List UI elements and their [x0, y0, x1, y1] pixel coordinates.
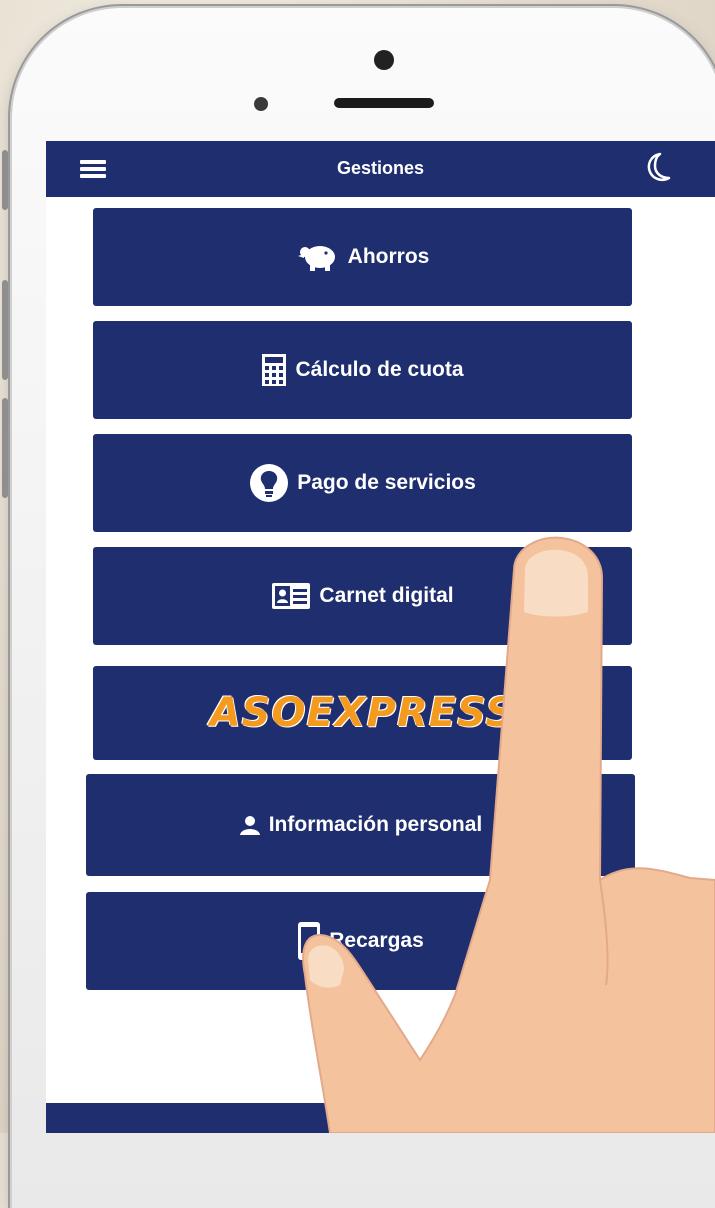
calculator-icon [261, 353, 287, 387]
earpiece-speaker [334, 98, 434, 108]
id-card-icon [271, 582, 311, 610]
fee-calculator-label: Cálculo de cuota [295, 358, 464, 381]
person-icon [239, 814, 261, 836]
proximity-sensor [254, 97, 268, 111]
top-up-label: Recargas [329, 929, 424, 952]
personal-info-label: Información personal [268, 813, 483, 836]
top-up-button[interactable]: Recargas [86, 892, 635, 990]
top-app-bar: Gestiones [46, 141, 715, 197]
savings-button[interactable]: Ahorros [93, 208, 632, 306]
savings-label: Ahorros [347, 245, 430, 268]
page-title: Gestiones [336, 158, 425, 178]
phone-volume-up-button [2, 280, 8, 380]
asoexpress-logo: ASOEXPRESS [209, 690, 516, 736]
services-payment-button[interactable]: Pago de servicios [93, 434, 632, 532]
services-payment-label: Pago de servicios [297, 471, 476, 494]
bottom-bar [46, 1103, 715, 1133]
phone-side-button [2, 150, 8, 210]
moon-icon[interactable] [642, 151, 672, 185]
personal-info-button[interactable]: Información personal [86, 774, 635, 876]
front-camera [374, 50, 394, 70]
app-screen: Gestiones Ahorros Cálculo de cuota Pago … [46, 141, 715, 1133]
digital-card-label: Carnet digital [319, 584, 454, 607]
fee-calculator-button[interactable]: Cálculo de cuota [93, 321, 632, 419]
phone-volume-down-button [2, 398, 8, 498]
phone-icon [297, 921, 321, 961]
piggy-bank-icon [296, 242, 340, 272]
lightbulb-icon [249, 463, 289, 503]
asoexpress-button[interactable]: ASOEXPRESS [93, 666, 632, 760]
digital-card-button[interactable]: Carnet digital [93, 547, 632, 645]
